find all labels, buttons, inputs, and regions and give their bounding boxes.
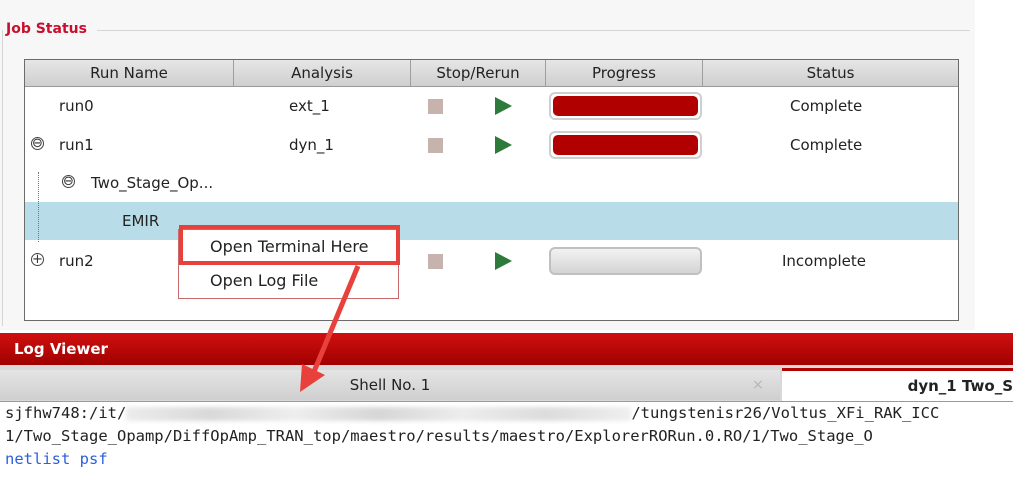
column-header-progress[interactable]: Progress <box>546 60 703 86</box>
job-status-table: Run Name Analysis Stop/Rerun Progress St… <box>24 59 959 321</box>
run-name: run0 <box>59 97 94 115</box>
terminal-line: 1/Two_Stage_Opamp/DiffOpAmp_TRAN_top/mae… <box>5 427 873 445</box>
progress-fill <box>553 96 698 116</box>
column-header-analysis[interactable]: Analysis <box>234 60 411 86</box>
status-text: Incomplete <box>782 252 866 270</box>
progress-fill <box>553 135 698 155</box>
collapse-icon[interactable]: ⊖ <box>31 137 44 150</box>
progress-bar <box>549 247 702 275</box>
tab-shell[interactable]: Shell No. 1 <box>0 370 780 400</box>
group-border-left <box>2 30 3 326</box>
dir-psf: psf <box>79 450 108 468</box>
close-icon[interactable]: × <box>752 370 764 400</box>
table-row[interactable]: ⊖ run1 dyn_1 Complete <box>25 126 958 164</box>
terminal-line: netlist psf <box>5 450 108 468</box>
analysis-name: ext_1 <box>289 97 330 115</box>
table-row[interactable]: run0 ext_1 Complete <box>25 87 958 125</box>
terminal-output[interactable]: sjfhw748:/it/ /tungstenisr26/Voltus_XFi_R… <box>0 402 1013 485</box>
log-viewer-title: Log Viewer <box>14 340 108 358</box>
table-row[interactable]: + run2 Incomplete <box>25 242 958 280</box>
menu-item-open-log-file[interactable]: Open Log File <box>179 264 398 297</box>
run-name: run1 <box>59 136 94 154</box>
job-status-title: Job Status <box>6 21 87 37</box>
expand-icon[interactable]: + <box>31 253 44 266</box>
tree-connector <box>38 172 39 242</box>
terminal-path: /tungstenisr26/Voltus_XFi_RAK_ICC <box>631 404 940 422</box>
terminal-prompt: sjfhw748:/it/ <box>5 404 127 422</box>
run-name: run2 <box>59 252 94 270</box>
dir-netlist: netlist <box>5 450 71 468</box>
rerun-icon[interactable] <box>495 97 512 115</box>
column-header-run-name[interactable]: Run Name <box>25 60 234 86</box>
status-text: Complete <box>790 136 863 154</box>
group-border <box>97 30 970 31</box>
status-text: Complete <box>790 97 863 115</box>
redacted-path <box>126 406 632 421</box>
progress-bar <box>549 92 702 120</box>
table-header: Run Name Analysis Stop/Rerun Progress St… <box>25 60 958 87</box>
annotation-highlight-box <box>179 225 400 265</box>
terminal-line: sjfhw748:/it/ /tungstenisr26/Voltus_XFi_R… <box>5 404 939 422</box>
table-row-selected[interactable]: EMIR <box>25 202 958 240</box>
analysis-name: dyn_1 <box>289 136 334 154</box>
tab-dyn[interactable]: dyn_1 Two_S <box>782 368 1013 401</box>
test-name: Two_Stage_Op... <box>91 174 214 192</box>
stop-icon[interactable] <box>428 138 443 153</box>
column-header-stop-rerun[interactable]: Stop/Rerun <box>411 60 546 86</box>
progress-bar <box>549 131 702 159</box>
table-row[interactable]: ⊖ Two_Stage_Op... <box>25 164 958 202</box>
stop-icon[interactable] <box>428 99 443 114</box>
emir-item: EMIR <box>122 212 160 230</box>
collapse-icon[interactable]: ⊖ <box>62 175 75 188</box>
log-viewer-titlebar: Log Viewer <box>0 333 1013 365</box>
stop-icon[interactable] <box>428 254 443 269</box>
log-viewer-tabs: Shell No. 1 × dyn_1 Two_S <box>0 365 1013 402</box>
rerun-icon[interactable] <box>495 136 512 154</box>
column-header-status[interactable]: Status <box>703 60 958 86</box>
rerun-icon[interactable] <box>495 252 512 270</box>
